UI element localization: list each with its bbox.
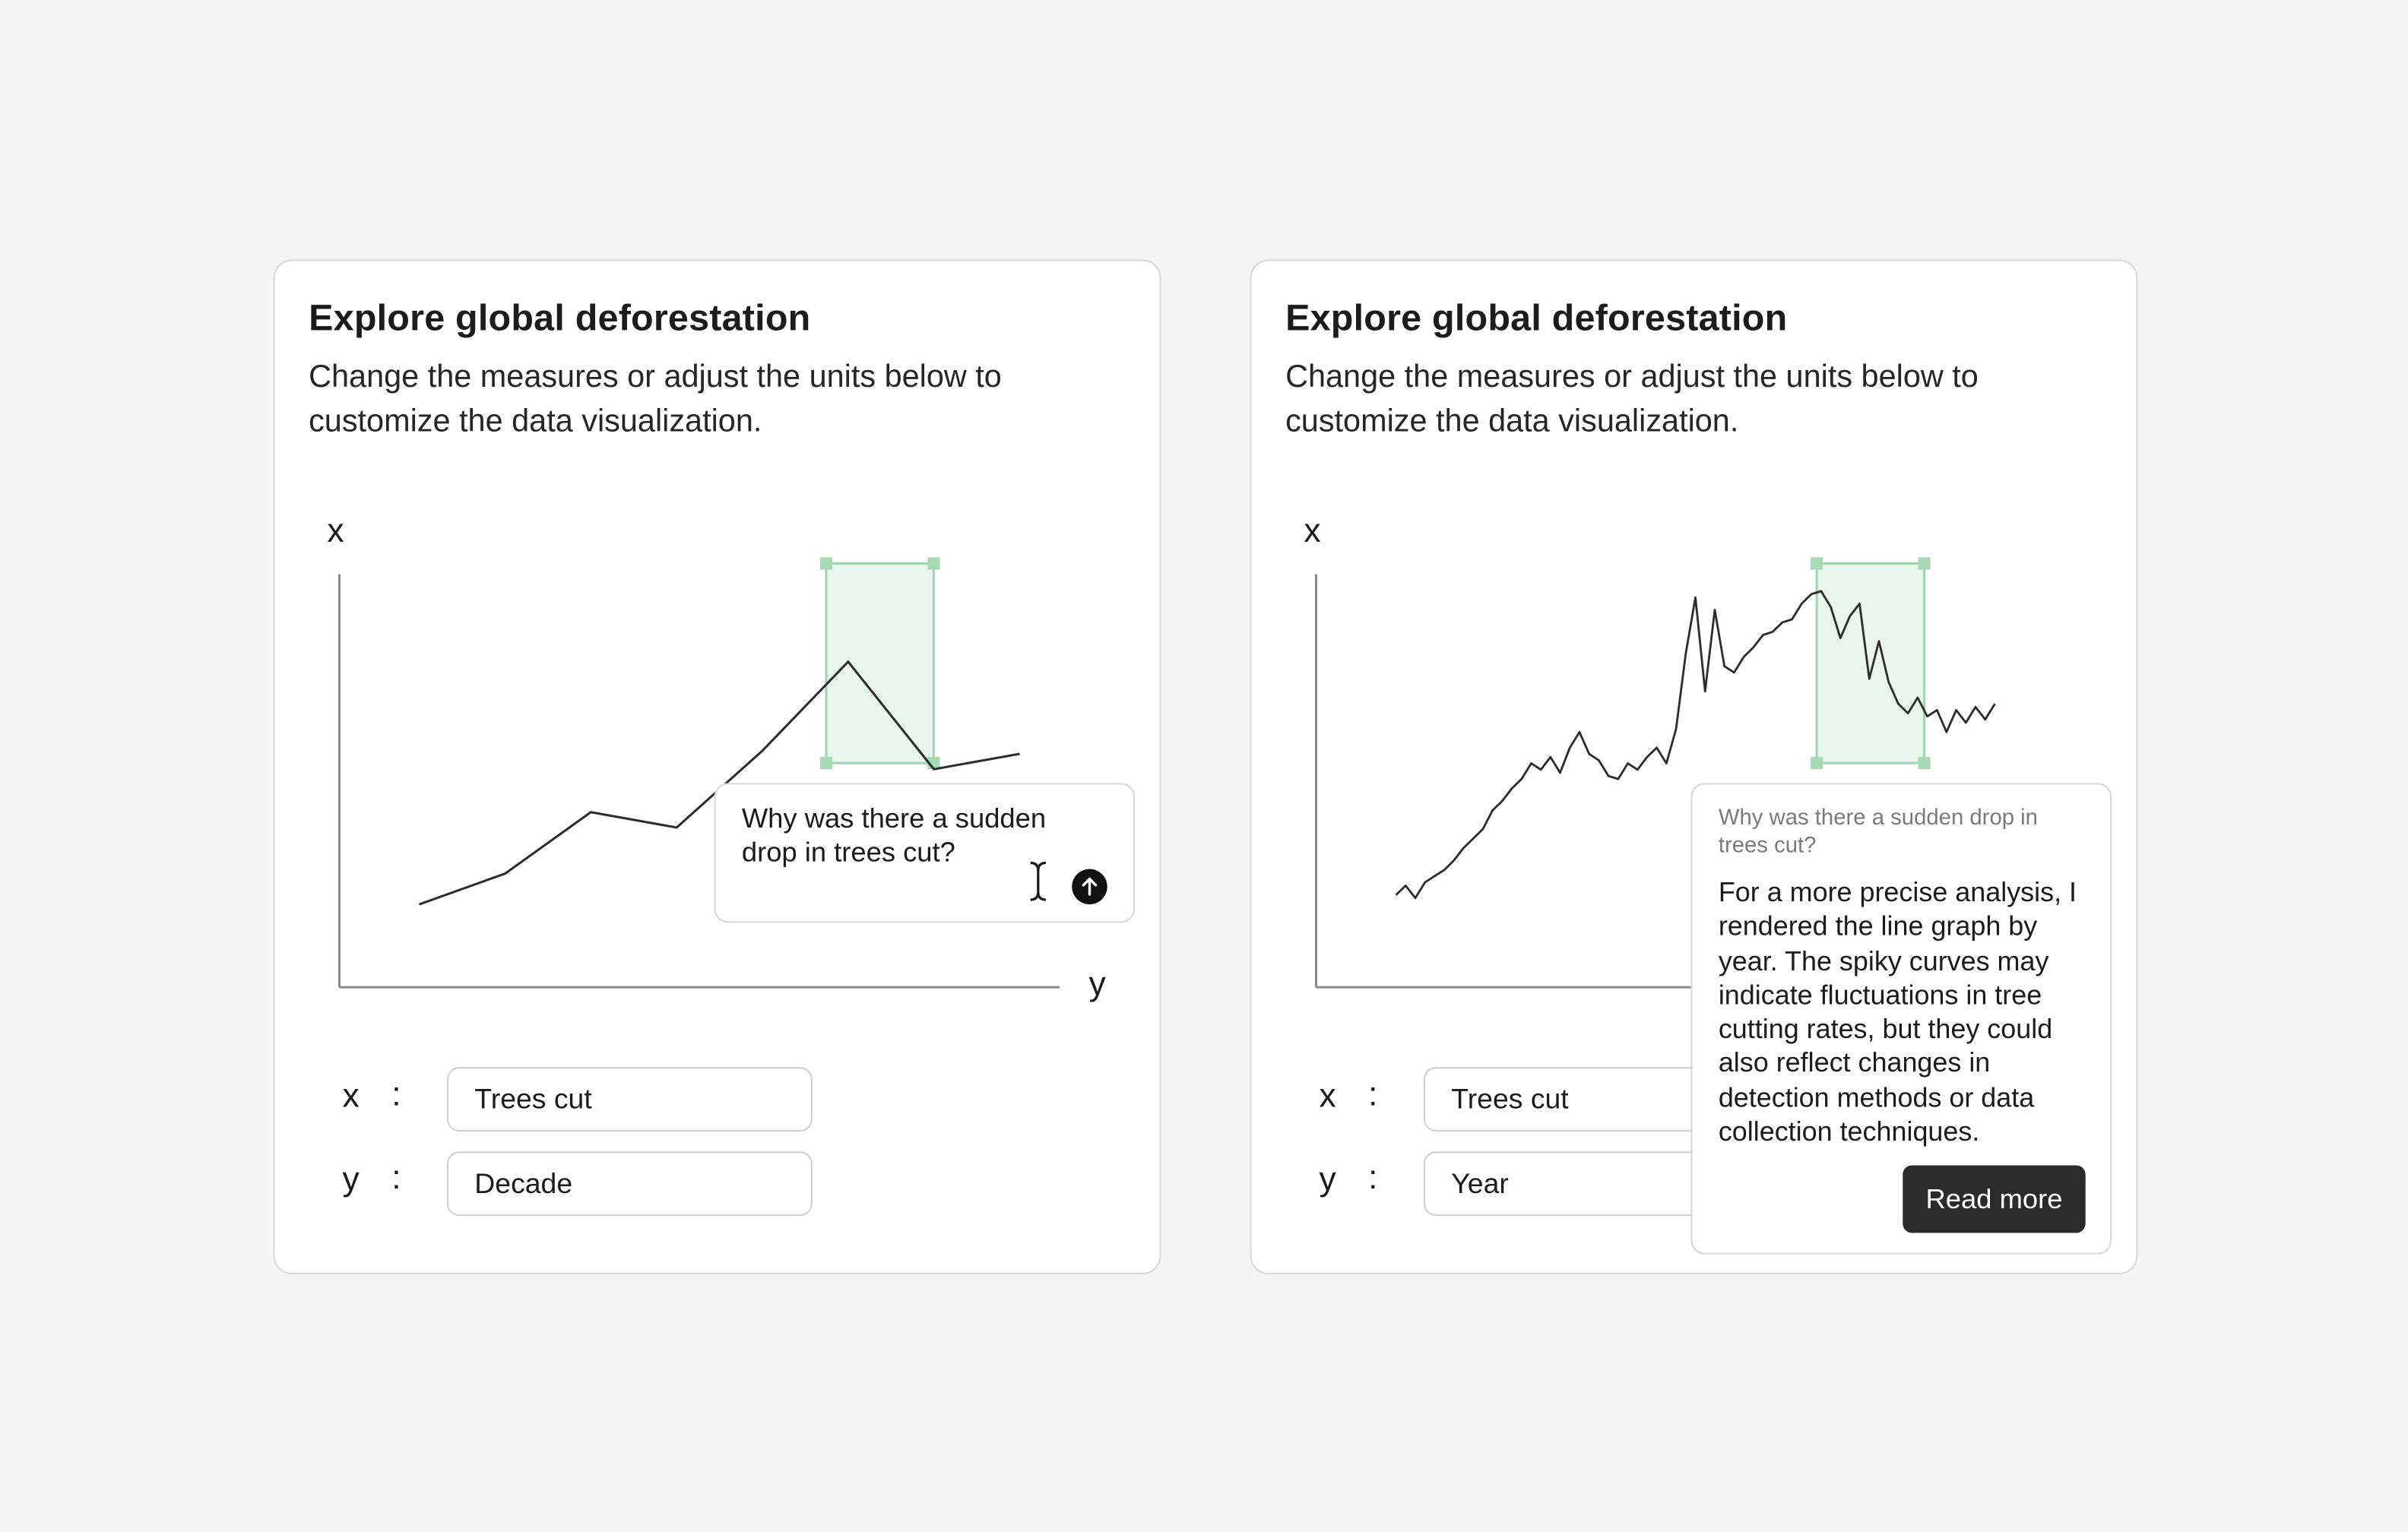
question-input[interactable]: Why was there a sudden drop in trees cut… xyxy=(742,802,1095,869)
selection-handle xyxy=(1811,757,1823,770)
y-unit-input[interactable]: Decade xyxy=(446,1151,813,1217)
read-more-button[interactable]: Read more xyxy=(1903,1165,2086,1233)
y-field-label: y xyxy=(342,1159,360,1198)
card-description: Change the measures or adjust the units … xyxy=(309,359,1002,439)
card-title: Explore global deforestation xyxy=(309,297,811,340)
y-field-colon: : xyxy=(391,1157,401,1196)
y-field-label: y xyxy=(1319,1159,1336,1198)
ai-answer-popover: Why was there a sudden drop in trees cut… xyxy=(1690,783,2112,1255)
x-field-label: x xyxy=(1319,1076,1336,1115)
x-field-label: x xyxy=(342,1076,360,1115)
text-cursor-icon xyxy=(1030,861,1046,901)
selection-handle xyxy=(1918,757,1931,770)
answer-question: Why was there a sudden drop in trees cut… xyxy=(1718,806,2038,859)
question-prompt[interactable]: Why was there a sudden drop in trees cut… xyxy=(714,783,1136,923)
deforestation-card-decade: Explore global deforestation Change the … xyxy=(273,259,1163,1274)
card-description: Change the measures or adjust the units … xyxy=(1285,359,1979,439)
selection-handle xyxy=(819,557,833,570)
answer-body: For a more precise analysis, I rendered … xyxy=(1718,876,2077,1147)
selection-handle xyxy=(1918,557,1931,570)
selection-handle xyxy=(927,557,940,570)
send-button[interactable] xyxy=(1072,869,1107,905)
arrow-up-icon xyxy=(1082,877,1098,896)
deforestation-card-year: Explore global deforestation Change the … xyxy=(1250,259,2138,1274)
x-measure-input[interactable]: Trees cut xyxy=(446,1067,813,1132)
selection-box[interactable] xyxy=(1811,557,1931,770)
selection-handle xyxy=(1811,557,1823,570)
selection-box[interactable] xyxy=(819,557,940,770)
stage: Explore global deforestation Change the … xyxy=(0,0,2408,1532)
card-title: Explore global deforestation xyxy=(1285,297,1788,340)
x-field-colon: : xyxy=(1368,1075,1378,1113)
x-field-colon: : xyxy=(391,1075,401,1113)
y-field-colon: : xyxy=(1368,1157,1378,1196)
line-chart[interactable] xyxy=(275,507,1163,1029)
selection-handle xyxy=(819,757,833,770)
